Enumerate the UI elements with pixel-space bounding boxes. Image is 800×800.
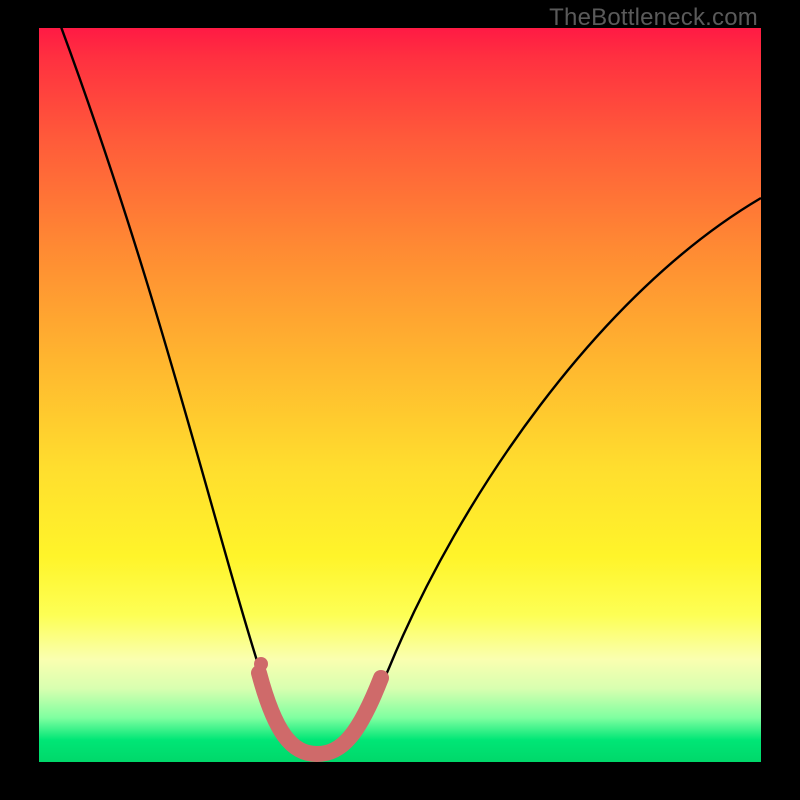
- chart-area: [39, 28, 761, 762]
- watermark-text: TheBottleneck.com: [549, 4, 758, 32]
- bottleneck-curve-svg: [39, 28, 761, 762]
- main-curve: [54, 28, 761, 758]
- highlight-segment: [259, 673, 381, 754]
- highlight-dot: [254, 657, 268, 671]
